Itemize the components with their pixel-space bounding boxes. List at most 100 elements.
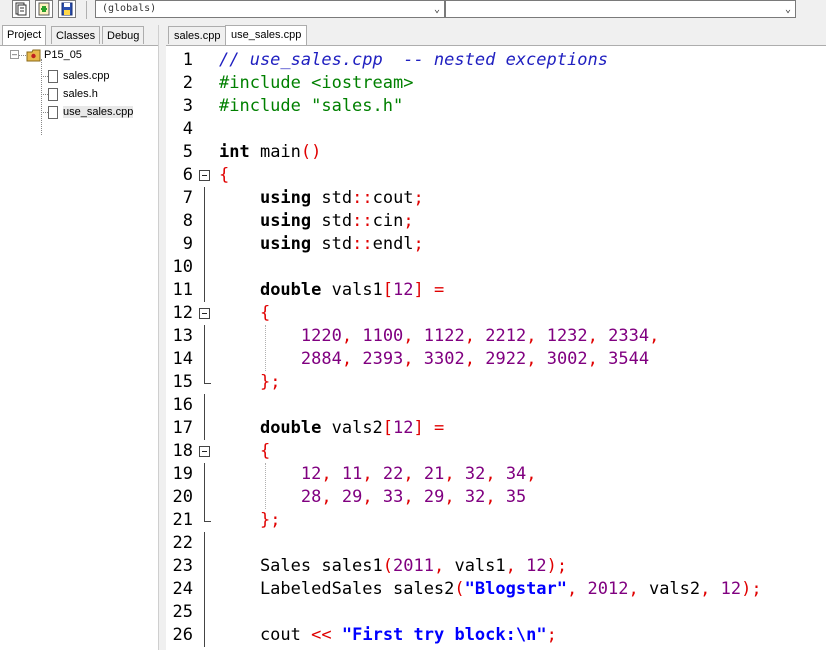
code-line[interactable]: 5 int main() — [166, 141, 826, 164]
code-text: { — [259, 303, 271, 323]
chevron-down-icon[interactable]: ⌄ — [785, 2, 791, 18]
code-line[interactable]: 10 — [166, 256, 826, 279]
fold-line — [204, 463, 205, 486]
tree-file-label: sales.cpp — [63, 70, 110, 82]
line-number: 2 — [182, 73, 193, 93]
code-text: #include <iostream> — [219, 73, 414, 93]
save-icon[interactable] — [58, 0, 76, 18]
line-number: 18 — [172, 441, 193, 461]
scope-combo-value: (globals) — [102, 3, 157, 14]
editor-tab-strip: sales.cpp use_sales.cpp — [166, 25, 826, 46]
line-number: 10 — [172, 257, 193, 277]
line-number: 5 — [182, 142, 193, 162]
code-line[interactable]: 11 double vals1[12] = — [166, 279, 826, 302]
tree-file-label: sales.h — [63, 88, 98, 100]
code-line[interactable]: 15 }; — [166, 371, 826, 394]
code-line[interactable]: 4 — [166, 118, 826, 141]
code-line[interactable]: 22 — [166, 532, 826, 555]
code-text: // use_sales.cpp -- nested exceptions — [219, 50, 608, 70]
project-panel: Project Classes Debug – P15_05 sales.cpp… — [0, 25, 159, 650]
fold-line — [204, 210, 205, 233]
fold-line — [204, 348, 205, 371]
tree-connector — [41, 112, 48, 113]
scope-combo[interactable]: (globals) ⌄ — [95, 0, 445, 18]
line-number: 14 — [172, 349, 193, 369]
tree-file-use-sales-cpp[interactable]: use_sales.cpp — [48, 104, 134, 120]
line-number: 16 — [172, 395, 193, 415]
fold-end-marker — [204, 509, 211, 522]
code-line[interactable]: 7 using std::cout; — [166, 187, 826, 210]
code-line[interactable]: 8 using std::cin; — [166, 210, 826, 233]
tree-file-sales-h[interactable]: sales.h — [48, 86, 98, 102]
document-icon — [48, 87, 58, 101]
fold-line — [204, 325, 205, 348]
fold-line — [204, 601, 205, 624]
line-number: 23 — [172, 556, 193, 576]
fold-line — [204, 256, 205, 279]
editor-tab-use-sales-cpp[interactable]: use_sales.cpp — [225, 25, 308, 45]
tree-collapse-toggle[interactable]: – — [10, 50, 19, 59]
code-text: #include "sales.h" — [219, 96, 404, 116]
tab-debug[interactable]: Debug — [102, 26, 145, 44]
code-line[interactable]: 18 { — [166, 440, 826, 463]
project-panel-tabs: Project Classes Debug — [0, 25, 158, 46]
code-text: using std::cout; — [259, 188, 424, 208]
tree-file-sales-cpp[interactable]: sales.cpp — [48, 68, 109, 84]
line-number: 12 — [172, 303, 193, 323]
line-number: 4 — [182, 119, 193, 139]
tree-connector — [18, 55, 26, 56]
code-text: { — [219, 165, 230, 185]
line-number: 9 — [182, 234, 193, 254]
document-icon — [48, 69, 58, 83]
fold-line — [204, 233, 205, 256]
code-text: int main() — [219, 142, 322, 162]
line-number: 3 — [182, 96, 193, 116]
code-line[interactable]: 12 { — [166, 302, 826, 325]
code-line[interactable]: 25 — [166, 601, 826, 624]
line-number: 25 — [172, 602, 193, 622]
tree-project-node[interactable]: P15_05 — [26, 47, 82, 63]
fold-toggle-icon[interactable] — [199, 308, 210, 319]
code-line[interactable]: 9 using std::endl; — [166, 233, 826, 256]
line-number: 17 — [172, 418, 193, 438]
code-text: LabeledSales sales2("Blogstar", 2012, va… — [219, 579, 762, 599]
chevron-down-icon[interactable]: ⌄ — [434, 2, 440, 18]
line-number: 22 — [172, 533, 193, 553]
code-text: cout << "First try block:\n"; — [219, 625, 557, 645]
fold-line — [204, 555, 205, 578]
fold-line — [204, 417, 205, 440]
code-text: double vals1[12] = — [259, 280, 445, 300]
code-line[interactable]: 16 — [166, 394, 826, 417]
tab-project[interactable]: Project — [2, 25, 47, 45]
code-line[interactable]: 23 Sales sales1(2011, vals1, 12); — [166, 555, 826, 578]
line-number: 8 — [182, 211, 193, 231]
line-number: 1 — [182, 50, 193, 70]
line-number: 21 — [172, 510, 193, 530]
fold-line — [204, 624, 205, 647]
code-line[interactable]: 1 // use_sales.cpp -- nested exceptions — [166, 49, 826, 72]
tree-connector — [41, 59, 43, 135]
tree-connector — [41, 76, 48, 77]
code-line[interactable]: 17 double vals2[12] = — [166, 417, 826, 440]
indent-guide — [265, 325, 267, 371]
code-line[interactable]: 6{ — [166, 164, 826, 187]
tab-classes[interactable]: Classes — [51, 26, 101, 44]
toolbar-separator — [86, 1, 87, 19]
code-editor[interactable]: 1 // use_sales.cpp -- nested exceptions 2 #… — [166, 46, 826, 650]
tree-project-label: P15_05 — [44, 49, 82, 61]
line-number: 6 — [182, 165, 193, 185]
editor-tab-sales-cpp[interactable]: sales.cpp — [168, 26, 227, 44]
code-line[interactable]: 3 #include "sales.h" — [166, 95, 826, 118]
fold-toggle-icon[interactable] — [199, 446, 210, 457]
member-combo[interactable]: ⌄ — [445, 0, 796, 18]
line-number: 24 — [172, 579, 193, 599]
project-folder-icon — [26, 49, 41, 62]
code-line[interactable]: 24 LabeledSales sales2("Blogstar", 2012,… — [166, 578, 826, 601]
code-line[interactable]: 2 #include <iostream> — [166, 72, 826, 95]
code-text: 1220, 1100, 1122, 2212, 1232, 2334, — [300, 326, 660, 346]
fold-toggle-icon[interactable] — [199, 170, 210, 181]
code-line[interactable]: 21 }; — [166, 509, 826, 532]
new-file-icon[interactable] — [12, 0, 30, 18]
code-line[interactable]: 26 cout << "First try block:\n"; — [166, 624, 826, 647]
add-file-icon[interactable] — [35, 0, 53, 18]
